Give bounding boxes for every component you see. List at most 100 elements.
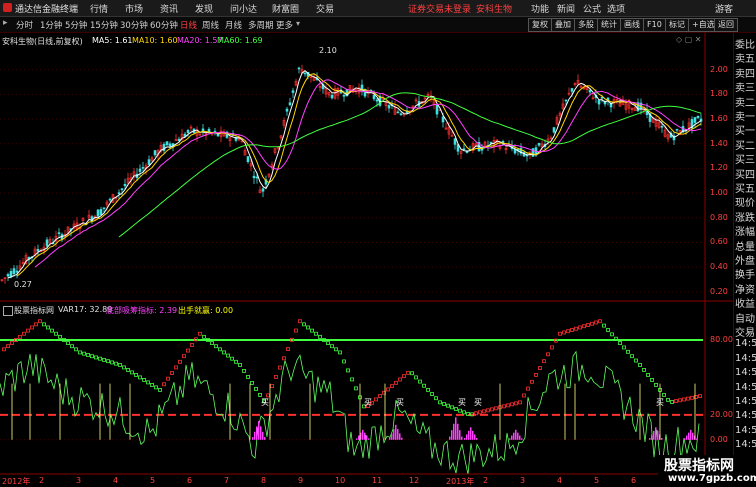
- menu-item-gongneng[interactable]: 功能: [531, 2, 549, 15]
- candle-body: [168, 143, 172, 147]
- stair-point: [642, 368, 646, 372]
- menu-item-hangqing[interactable]: 行情: [90, 2, 108, 15]
- candle-body: [6, 274, 10, 277]
- stock-link[interactable]: 安科生物: [476, 2, 512, 15]
- quote-panel-item: 买三: [735, 155, 755, 167]
- menu-item-xuanxiang[interactable]: 选项: [607, 2, 625, 15]
- tab-fenshi[interactable]: 分时: [16, 19, 33, 31]
- stair-point: [30, 325, 34, 330]
- stair-point: [394, 380, 398, 385]
- stair-point: [142, 377, 146, 382]
- stair-point: [302, 322, 306, 327]
- stair-point: [538, 366, 542, 370]
- fuquan-button[interactable]: 复权: [528, 18, 552, 32]
- accumulation-bar: [401, 437, 403, 440]
- stats-button[interactable]: 统计: [597, 18, 621, 32]
- stair-point: [450, 405, 454, 410]
- candle-body: [123, 183, 127, 187]
- accumulation-bar: [519, 435, 521, 440]
- tab-15min[interactable]: 15分钟: [90, 19, 118, 31]
- stair-point: [590, 321, 594, 326]
- stair-point: [606, 328, 610, 332]
- accumulation-bar: [655, 427, 657, 440]
- multi-stock-button[interactable]: 多股: [574, 18, 598, 32]
- candle-body: [696, 115, 700, 119]
- quote-panel-item: 14:56: [735, 424, 756, 436]
- menu-item-jiaoyi[interactable]: 交易: [316, 2, 334, 15]
- time-tick-label: 5: [594, 476, 600, 485]
- stair-point: [374, 397, 378, 402]
- chevron-right-icon[interactable]: ▸: [3, 18, 8, 28]
- ma5-label: MA5: 1.61: [92, 36, 133, 45]
- candle-body: [252, 175, 256, 179]
- stair-point: [346, 368, 350, 373]
- quote-panel-item: 买一: [735, 126, 755, 138]
- time-tick-label: 6: [187, 476, 193, 485]
- stair-point: [634, 358, 638, 363]
- stair-point: [638, 363, 642, 367]
- indicator-tick-label: 20.00: [710, 409, 733, 419]
- menu-item-faxian[interactable]: 发现: [195, 2, 213, 15]
- window-controls[interactable]: ◇ ▢ ✕: [676, 35, 702, 44]
- tab-5min[interactable]: 5分钟: [65, 19, 87, 31]
- stair-point: [294, 328, 298, 333]
- accumulation-bar: [688, 432, 690, 440]
- mark-button[interactable]: 标记: [665, 18, 689, 32]
- stair-point: [562, 330, 566, 335]
- tab-more[interactable]: 更多: [276, 19, 293, 31]
- f10-button[interactable]: F10: [643, 18, 666, 32]
- price-tick-label: 2.00: [710, 64, 728, 74]
- tab-daily[interactable]: 日线: [180, 19, 197, 31]
- stair-point: [118, 363, 122, 367]
- price-tick-label: 1.40: [710, 138, 728, 148]
- stair-point: [106, 359, 110, 364]
- kline-chart[interactable]: [0, 33, 733, 487]
- menu-item-zixun[interactable]: 资讯: [160, 2, 178, 15]
- price-grid: [0, 69, 703, 293]
- chevron-down-icon[interactable]: ▾: [296, 19, 300, 28]
- stair-point: [670, 400, 674, 404]
- time-tick-label: 2012年: [2, 477, 31, 486]
- stair-point: [458, 408, 462, 413]
- tab-30min[interactable]: 30分钟: [120, 19, 148, 31]
- accumulation-bar: [397, 429, 399, 440]
- accumulation-bar: [686, 435, 688, 440]
- tab-1min[interactable]: 1分钟: [40, 19, 62, 31]
- menu-item-caifuquan[interactable]: 财富圈: [272, 2, 299, 15]
- stair-point: [342, 359, 346, 364]
- stair-point: [54, 331, 58, 336]
- accumulation-bar: [256, 426, 258, 440]
- menu-item-shichang[interactable]: 市场: [125, 2, 143, 15]
- login-notice[interactable]: 证券交易未登录: [408, 2, 471, 15]
- accumulation-bar: [362, 429, 364, 440]
- accumulation-bar: [649, 438, 651, 440]
- tab-60min[interactable]: 60分钟: [150, 19, 178, 31]
- accumulation-bar: [474, 434, 476, 440]
- accumulation-bar: [391, 433, 393, 440]
- tab-multi-period[interactable]: 多周期: [248, 19, 274, 31]
- quote-panel-item: 卖一: [735, 112, 755, 123]
- candle-body: [285, 108, 289, 112]
- stair-point: [286, 347, 290, 351]
- candle-body: [441, 116, 445, 123]
- back-button[interactable]: 返回: [714, 18, 738, 32]
- draw-line-button[interactable]: 画线: [620, 18, 644, 32]
- menu-item-gongshi[interactable]: 公式: [583, 2, 601, 15]
- quote-panel-item: 买四: [735, 169, 755, 181]
- tab-weekly[interactable]: 周线: [202, 19, 219, 31]
- candle-body: [246, 156, 250, 163]
- stair-point: [630, 354, 634, 359]
- stair-point: [574, 326, 578, 331]
- guest-user[interactable]: 游客: [715, 2, 733, 15]
- tab-monthly[interactable]: 月线: [225, 19, 242, 31]
- price-tick-label: 0.60: [710, 237, 728, 247]
- menu-item-wenxiaoda[interactable]: 问小达: [230, 2, 257, 15]
- menu-item-xinwen[interactable]: 新闻: [557, 2, 575, 15]
- quote-panel-item: 收益: [735, 299, 755, 311]
- overlay-button[interactable]: 叠加: [551, 18, 575, 32]
- candle-body: [399, 113, 403, 116]
- indicator-settings-icon[interactable]: [3, 306, 13, 316]
- candle-body: [141, 167, 145, 169]
- ma10-label: MA10: 1.60: [132, 36, 178, 45]
- stair-point: [42, 322, 46, 327]
